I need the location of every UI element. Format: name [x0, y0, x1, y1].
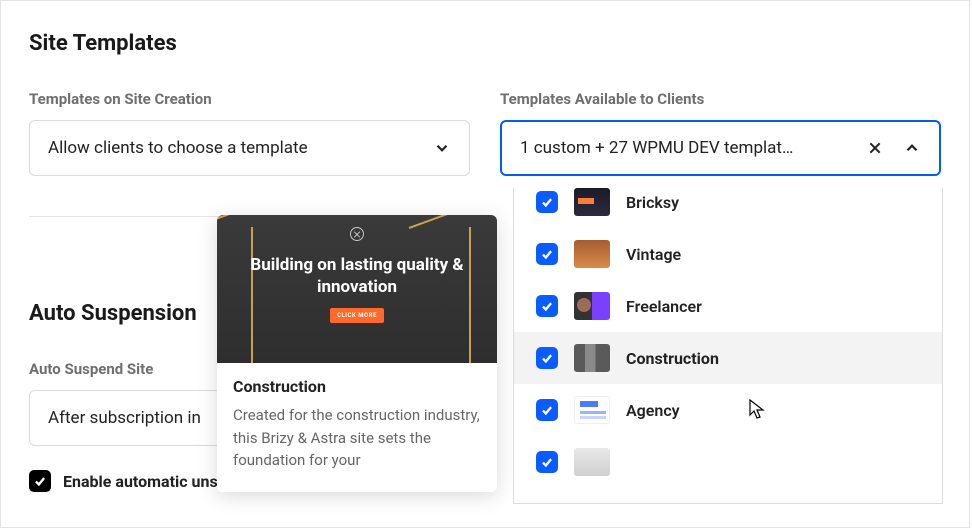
select-value: Allow clients to choose a template — [48, 138, 433, 158]
checkbox-checked-icon — [536, 295, 558, 317]
combo-templates-available[interactable]: 1 custom + 27 WPMU DEV templat… — [500, 120, 941, 176]
preview-description: Created for the construction industry, t… — [233, 404, 481, 472]
select-templates-creation[interactable]: Allow clients to choose a template — [29, 120, 470, 176]
label-templates-creation: Templates on Site Creation — [29, 90, 470, 108]
clear-button[interactable] — [861, 134, 889, 162]
template-preview-tooltip: Building on lasting quality & innovation… — [217, 215, 497, 492]
dropdown-item-label: Bricksy — [626, 193, 920, 212]
dropdown-item-label: Construction — [626, 349, 920, 368]
close-icon — [867, 140, 883, 156]
template-thumbnail — [574, 344, 610, 372]
templates-dropdown-scroll[interactable]: Bricksy Vintage Freelancer Construction Agen… — [514, 188, 942, 503]
dropdown-item-label: Agency — [626, 401, 920, 420]
dropdown-item[interactable]: Agency — [514, 384, 942, 436]
dropdown-item-label: Freelancer — [626, 297, 920, 316]
dropdown-item-label: Vintage — [626, 245, 920, 264]
checkbox-checked-icon — [536, 243, 558, 265]
template-thumbnail — [574, 292, 610, 320]
chevron-up-icon — [903, 139, 921, 157]
settings-panel: Site Templates Templates on Site Creatio… — [0, 0, 970, 528]
preview-hero-title: Building on lasting quality & innovation — [235, 255, 479, 298]
checkbox-checked-icon — [536, 399, 558, 421]
checkbox-checked-icon — [536, 347, 558, 369]
preview-name: Construction — [233, 377, 481, 396]
checkbox-checked-icon — [536, 451, 558, 473]
template-thumbnail — [574, 240, 610, 268]
templates-dropdown-panel: Bricksy Vintage Freelancer Construction Agen… — [513, 188, 943, 504]
dropdown-item[interactable]: Vintage — [514, 228, 942, 280]
checkbox-checked-icon — [536, 191, 558, 213]
combo-value: 1 custom + 27 WPMU DEV templat… — [520, 138, 853, 158]
section-title: Site Templates — [29, 31, 941, 56]
dropdown-item[interactable]: Freelancer — [514, 280, 942, 332]
chevron-down-icon — [433, 139, 451, 157]
template-thumbnail — [574, 188, 610, 216]
preview-hero-button: CLICK MORE — [330, 308, 384, 323]
dropdown-item[interactable] — [514, 436, 942, 488]
checkbox-checked-icon — [29, 470, 51, 492]
preview-hero: Building on lasting quality & innovation… — [217, 215, 497, 363]
template-thumbnail — [574, 448, 610, 476]
preview-body: Construction Created for the constructio… — [217, 363, 497, 492]
close-icon — [350, 227, 364, 241]
collapse-button[interactable] — [897, 133, 927, 163]
template-thumbnail — [574, 396, 610, 424]
dropdown-item[interactable]: Bricksy — [514, 188, 942, 228]
label-templates-available: Templates Available to Clients — [500, 90, 941, 108]
dropdown-item[interactable]: Construction — [514, 332, 942, 384]
